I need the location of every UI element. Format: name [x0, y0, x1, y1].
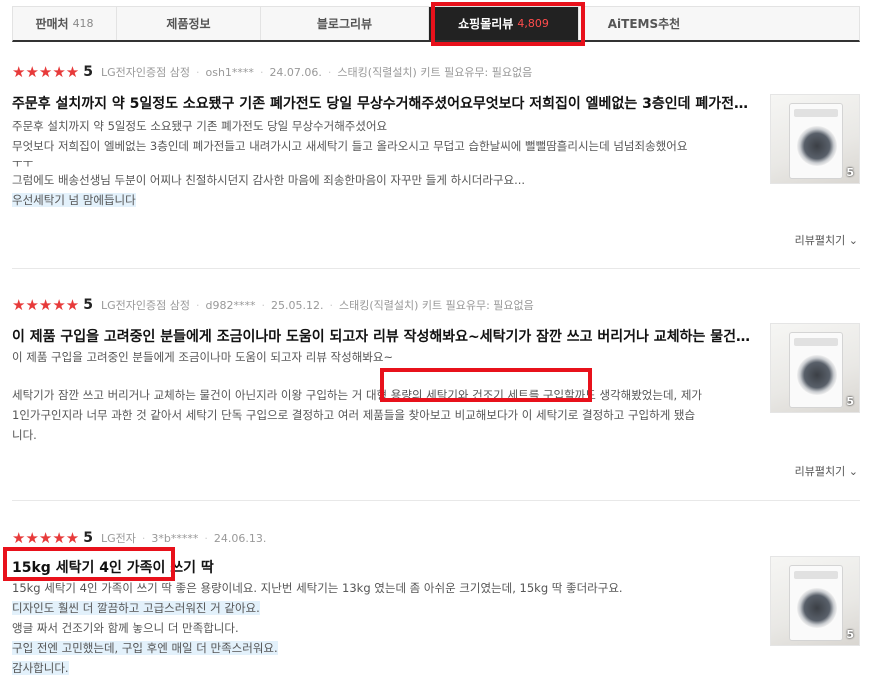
store-name: LG전자인증점 삼정: [101, 299, 190, 312]
separator: ·: [196, 65, 200, 79]
review-line: [12, 367, 760, 385]
chevron-down-icon: ⌄: [848, 234, 858, 247]
review-photo[interactable]: 5: [770, 556, 860, 646]
review-body: 주문후 설치까지 약 5일정도 소요됐구 기존 폐가전도 당일 무상수거해주셨어…: [12, 116, 760, 210]
option-text: 스태킹(직렬설치) 키트 필요유무: 필요없음: [338, 299, 534, 312]
review-line: 앵글 짜서 건조기와 함께 놓으니 더 만족합니다.: [12, 621, 239, 635]
separator: ·: [261, 298, 265, 312]
review-item: ★★★★★ 5 LG전자인증점 삼정 · osh1**** · 24.07.06…: [12, 63, 860, 247]
review-line: 그럼에도 배송선생님 두분이 어찌나 친절하시던지 감사한 마음에 죄송한마음이…: [12, 173, 526, 187]
tab-blog-reviews[interactable]: 블로그리뷰: [261, 7, 429, 40]
review-line: 니다.: [12, 428, 37, 442]
separator: ·: [196, 298, 200, 312]
photo-count: 5: [846, 395, 854, 408]
separator: ·: [327, 65, 332, 79]
review-line: 1인가구인지라 너무 과한 것 같아서 세탁기 단독 구입으로 결정하고 여러 …: [12, 408, 696, 422]
option-text: 스태킹(직렬설치) 키트 필요유무: 필요없음: [337, 66, 533, 79]
review-date: 25.05.12.: [270, 298, 324, 312]
separator: ·: [329, 298, 333, 312]
expand-review-button[interactable]: 리뷰펼치기 ⌄: [795, 232, 858, 248]
review-body: 15kg 세탁기 4인 가족이 쓰기 딱 좋은 용량이네요. 지난번 세탁기는 …: [12, 578, 760, 678]
tab-product-info[interactable]: 제품정보: [117, 7, 261, 40]
user-id: d982****: [205, 298, 256, 312]
star-rating: ★★★★★: [12, 296, 80, 314]
washer-image: [789, 103, 843, 179]
store-name: LG전자: [101, 532, 136, 545]
photo-count: 5: [846, 628, 854, 641]
user-id: osh1****: [205, 65, 254, 79]
expand-label: 리뷰펼치기: [794, 234, 846, 247]
review-line: 구입 전엔 고민했는데, 구입 후엔 매일 더 만족스러워요.: [12, 641, 278, 655]
chevron-down-icon: ⌄: [848, 465, 858, 478]
expand-review-button[interactable]: 리뷰펼치기 ⌄: [795, 463, 858, 479]
tab-label: 제품정보: [166, 17, 211, 31]
review-photo[interactable]: 5: [770, 94, 860, 184]
review-line: 주문후 설치까지 약 5일정도 소요됐구 기존 폐가전도 당일 무상수거해주셨어…: [12, 119, 388, 133]
review-tabs: 판매처 418 제품정보 블로그리뷰 쇼핑몰리뷰 4,809 AiTEMS추천: [12, 6, 860, 42]
review-line: 디자인도 훨씬 더 깔끔하고 고급스러워진 거 같아요.: [12, 601, 260, 615]
washer-image: [789, 565, 843, 641]
user-id: 3*b*****: [151, 531, 199, 545]
separator: ·: [259, 65, 264, 79]
washer-image: [789, 332, 843, 408]
tab-aitems[interactable]: AiTEMS추천: [579, 7, 709, 40]
review-line: ㅜㅜ: [12, 156, 34, 170]
review-title[interactable]: 이 제품 구입을 고려중인 분들에게 조금이나마 도움이 되고자 리뷰 작성해봐…: [12, 327, 754, 347]
review-line: 우선세탁기 넘 맘에듭니다: [12, 193, 136, 207]
review-line: 감사합니다.: [12, 661, 69, 675]
review-body: 이 제품 구입을 고려중인 분들에게 조금이나마 도움이 되고자 리뷰 작성해봐…: [12, 347, 760, 445]
tab-label: 쇼핑몰리뷰: [458, 17, 514, 31]
separator: ·: [141, 531, 146, 545]
rating-score: 5: [83, 530, 93, 546]
review-line: 15kg 세탁기 4인 가족이 쓰기 딱 좋은 용량이네요. 지난번 세탁기는 …: [12, 581, 623, 595]
review-line: 무엇보다 저희집이 엘베없는 3층인데 폐가전들고 내려가시고 새세탁기 들고 …: [12, 139, 688, 153]
review-meta: ★★★★★ 5 LG전자인증점 삼정 · d982**** · 25.05.12…: [12, 296, 860, 314]
tab-sellers[interactable]: 판매처 418: [13, 7, 117, 40]
tab-label: 블로그리뷰: [316, 17, 373, 31]
expand-label: 리뷰펼치기: [794, 465, 846, 478]
review-date: 24.06.13.: [213, 531, 267, 545]
tab-count: 4,809: [517, 17, 549, 30]
review-meta: ★★★★★ 5 LG전자인증점 삼정 · osh1**** · 24.07.06…: [12, 63, 860, 81]
review-meta: ★★★★★ 5 LG전자 · 3*b***** · 24.06.13.: [12, 529, 860, 547]
tab-count: 418: [72, 17, 94, 30]
divider: [12, 268, 860, 269]
review-line: 세탁기가 잠깐 쓰고 버리거나 교체하는 물건이 아닌지라 이왕 구입하는 거 …: [12, 388, 703, 402]
store-name: LG전자인증점 삼정: [101, 66, 190, 79]
photo-count: 5: [846, 166, 854, 179]
review-item: ★★★★★ 5 LG전자 · 3*b***** · 24.06.13. 15kg…: [12, 529, 860, 678]
rating-score: 5: [83, 297, 93, 313]
star-rating: ★★★★★: [12, 529, 80, 547]
tab-shopping-reviews[interactable]: 쇼핑몰리뷰 4,809: [429, 7, 579, 40]
review-title[interactable]: 주문후 설치까지 약 5일정도 소요됐구 기존 폐가전도 당일 무상수거해주셨어…: [12, 94, 754, 114]
review-photo[interactable]: 5: [770, 323, 860, 413]
rating-score: 5: [83, 64, 93, 80]
divider: [12, 500, 860, 501]
separator: ·: [204, 531, 208, 545]
tab-label: 판매처: [35, 17, 69, 31]
tab-label: AiTEMS추천: [607, 17, 681, 31]
review-title[interactable]: 15kg 세탁기 4인 가족이 쓰기 딱: [12, 558, 754, 578]
star-rating: ★★★★★: [12, 63, 80, 81]
review-line: 이 제품 구입을 고려중인 분들에게 조금이나마 도움이 되고자 리뷰 작성해봐…: [12, 350, 394, 364]
review-item: ★★★★★ 5 LG전자인증점 삼정 · d982**** · 25.05.12…: [12, 296, 860, 478]
review-date: 24.07.06.: [269, 65, 322, 79]
